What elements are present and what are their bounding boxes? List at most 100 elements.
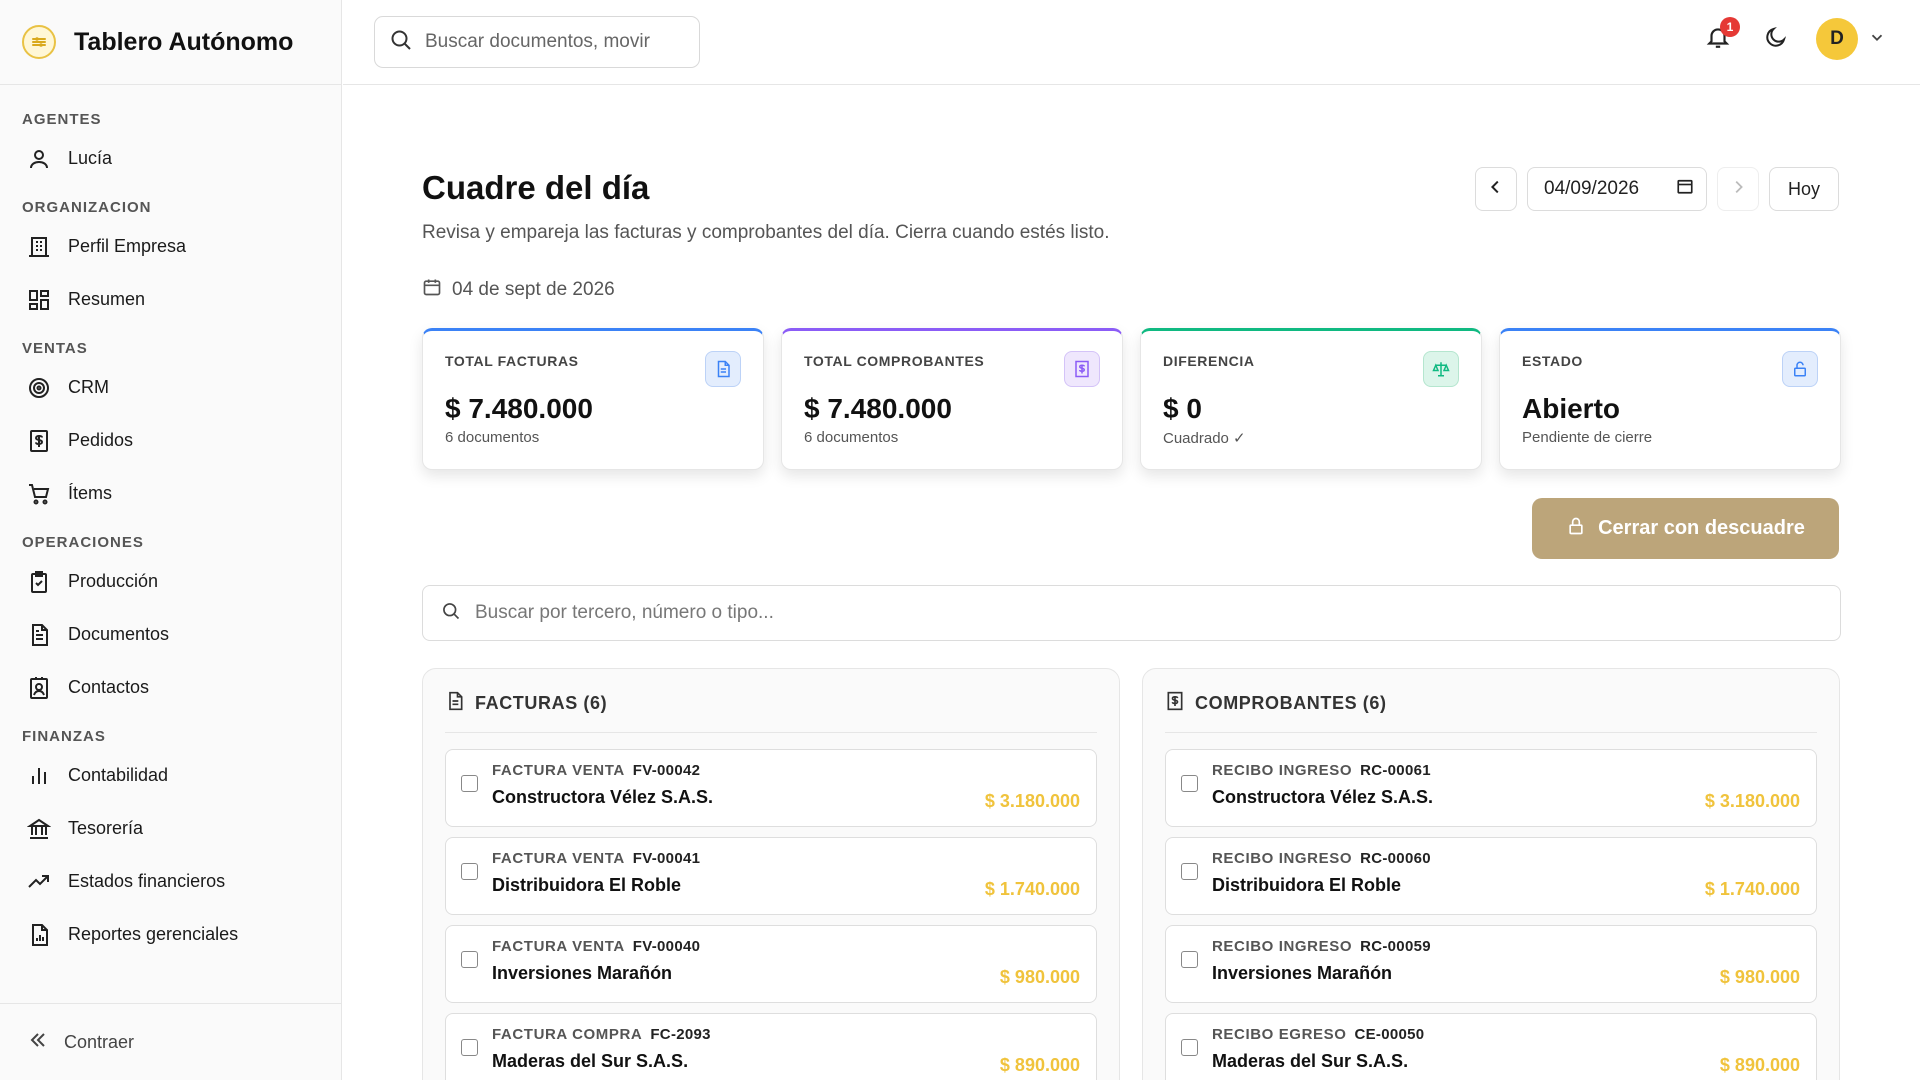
- list-item[interactable]: FACTURA COMPRA FC-2093 Maderas del Sur S.…: [445, 1013, 1097, 1080]
- sidebar-item-reportes[interactable]: Reportes gerenciales: [0, 908, 341, 961]
- notifications-button[interactable]: 1: [1700, 17, 1740, 57]
- sidebar-item-tesoreria[interactable]: Tesorería: [0, 802, 341, 855]
- search-icon: [441, 601, 461, 626]
- brand[interactable]: Tablero Autónomo: [0, 0, 341, 85]
- top-actions: 1 D: [1700, 17, 1886, 60]
- list-item[interactable]: RECIBO INGRESO RC-00060 Distribuidora El …: [1165, 837, 1817, 915]
- section-operaciones: OPERACIONES: [22, 534, 144, 551]
- doc-number: FV-00042: [632, 762, 701, 779]
- doc-amount: $ 890.000: [1719, 1055, 1800, 1075]
- facturas-title: FACTURAS (6): [475, 693, 608, 713]
- sidebar-item-crm[interactable]: CRM: [0, 361, 341, 414]
- next-day-button[interactable]: [1717, 167, 1759, 211]
- doc-party: Inversiones Marañón: [492, 963, 673, 983]
- documents-filter[interactable]: [422, 585, 1841, 641]
- logo-icon: [22, 25, 56, 59]
- calendar-icon[interactable]: [1676, 177, 1694, 201]
- stat-label: DIFERENCIA: [1163, 353, 1255, 369]
- today-button[interactable]: Hoy: [1769, 167, 1839, 211]
- doc-amount: $ 980.000: [999, 967, 1080, 987]
- chevron-down-icon[interactable]: [1868, 28, 1886, 51]
- stat-total-facturas: TOTAL FACTURAS $ 7.480.000 6 documentos: [422, 328, 764, 470]
- topbar: 1 D: [343, 0, 1920, 85]
- search-input[interactable]: [425, 31, 675, 53]
- section-organizacion: ORGANIZACION: [22, 199, 152, 216]
- doc-type: RECIBO INGRESO: [1212, 762, 1353, 779]
- sidebar-item-label: Tesorería: [68, 818, 144, 838]
- list-item[interactable]: RECIBO INGRESO RC-00059 Inversiones Marañ…: [1165, 925, 1817, 1003]
- sidebar-item-items[interactable]: Ítems: [0, 467, 341, 520]
- sidebar-item-resumen[interactable]: Resumen: [0, 273, 341, 326]
- doc-amount: $ 1.740.000: [1704, 879, 1800, 899]
- collapse-button[interactable]: Contraer: [0, 1003, 342, 1080]
- doc-meta: RECIBO INGRESO RC-00061: [1212, 762, 1800, 779]
- list-item[interactable]: FACTURA VENTA FV-00042 Constructora Vélez…: [445, 749, 1097, 827]
- user-icon: [24, 144, 54, 174]
- doc-type: RECIBO INGRESO: [1212, 938, 1353, 955]
- sidebar-item-contabilidad[interactable]: Contabilidad: [0, 749, 341, 802]
- list-item[interactable]: RECIBO INGRESO RC-00061 Constructora Véle…: [1165, 749, 1817, 827]
- row-checkbox[interactable]: [461, 1039, 478, 1056]
- comprobantes-panel: COMPROBANTES (6) RECIBO INGRESO RC-00061 …: [1142, 668, 1840, 1080]
- scale-icon: [1423, 351, 1459, 387]
- doc-number: RC-00059: [1360, 938, 1431, 955]
- close-with-mismatch-button[interactable]: Cerrar con descuadre: [1532, 498, 1839, 559]
- theme-toggle[interactable]: [1758, 21, 1794, 57]
- sidebar-item-label: Documentos: [68, 624, 170, 644]
- sidebar-item-lucia[interactable]: Lucía: [0, 132, 341, 185]
- page-subtitle: Revisa y empareja las facturas y comprob…: [422, 222, 1110, 243]
- date-picker[interactable]: 04/09/2026: [1527, 167, 1707, 211]
- doc-meta: RECIBO INGRESO RC-00060: [1212, 850, 1800, 867]
- doc-amount: $ 1.740.000: [984, 879, 1080, 899]
- stat-diferencia: DIFERENCIA $ 0 Cuadrado ✓: [1140, 328, 1482, 470]
- lock-icon: [1566, 516, 1586, 542]
- list-item[interactable]: FACTURA VENTA FV-00040 Inversiones Marañó…: [445, 925, 1097, 1003]
- building-icon: [24, 232, 54, 262]
- sidebar-item-contactos[interactable]: Contactos: [0, 661, 341, 714]
- list-item[interactable]: FACTURA VENTA FV-00041 Distribuidora El R…: [445, 837, 1097, 915]
- section-agentes: AGENTES: [22, 111, 102, 128]
- sidebar-item-label: Estados financieros: [68, 871, 226, 891]
- row-checkbox[interactable]: [1181, 1039, 1198, 1056]
- row-checkbox[interactable]: [461, 775, 478, 792]
- receipt-dollar-icon: [1165, 691, 1185, 716]
- sidebar-item-documentos[interactable]: Documentos: [0, 608, 341, 661]
- sidebar-item-label: CRM: [68, 377, 109, 397]
- doc-number: RC-00060: [1360, 850, 1431, 867]
- stat-note: Pendiente de cierre: [1522, 429, 1653, 446]
- sidebar-item-estados-financieros[interactable]: Estados financieros: [0, 855, 341, 908]
- prev-day-button[interactable]: [1475, 167, 1517, 211]
- filter-input[interactable]: [475, 602, 1775, 624]
- doc-amount: $ 890.000: [999, 1055, 1080, 1075]
- receipt-dollar-icon: [1064, 351, 1100, 387]
- row-checkbox[interactable]: [461, 951, 478, 968]
- global-search[interactable]: [374, 16, 700, 68]
- document-icon: [24, 620, 54, 650]
- stat-total-comprobantes: TOTAL COMPROBANTES $ 7.480.000 6 documen…: [781, 328, 1123, 470]
- doc-type: FACTURA VENTA: [492, 762, 625, 779]
- doc-amount: $ 3.180.000: [984, 791, 1080, 811]
- section-finanzas: FINANZAS: [22, 728, 106, 745]
- receipt-dollar-icon: [24, 426, 54, 456]
- stat-value: Abierto: [1522, 393, 1620, 424]
- sidebar-nav: AGENTES Lucía ORGANIZACION Perfil Empres…: [0, 85, 341, 961]
- row-checkbox[interactable]: [461, 863, 478, 880]
- date-controls: 04/09/2026 Hoy: [1475, 167, 1839, 211]
- doc-number: FC-2093: [650, 1026, 711, 1043]
- avatar[interactable]: D: [1816, 18, 1858, 60]
- sidebar-item-pedidos[interactable]: Pedidos: [0, 414, 341, 467]
- facturas-header: FACTURAS (6): [445, 691, 1097, 733]
- sidebar-item-perfil-empresa[interactable]: Perfil Empresa: [0, 220, 341, 273]
- list-item[interactable]: RECIBO EGRESO CE-00050 Maderas del Sur S.…: [1165, 1013, 1817, 1080]
- chevron-right-icon: [1729, 178, 1747, 201]
- doc-number: FV-00040: [632, 938, 701, 955]
- double-chevron-left-icon: [28, 1030, 48, 1055]
- doc-meta: FACTURA VENTA FV-00042: [492, 762, 1080, 779]
- row-checkbox[interactable]: [1181, 775, 1198, 792]
- row-checkbox[interactable]: [1181, 863, 1198, 880]
- sidebar-item-produccion[interactable]: Producción: [0, 555, 341, 608]
- row-checkbox[interactable]: [1181, 951, 1198, 968]
- doc-amount: $ 980.000: [1719, 967, 1800, 987]
- stat-note: 6 documentos: [804, 429, 899, 446]
- cart-icon: [24, 479, 54, 509]
